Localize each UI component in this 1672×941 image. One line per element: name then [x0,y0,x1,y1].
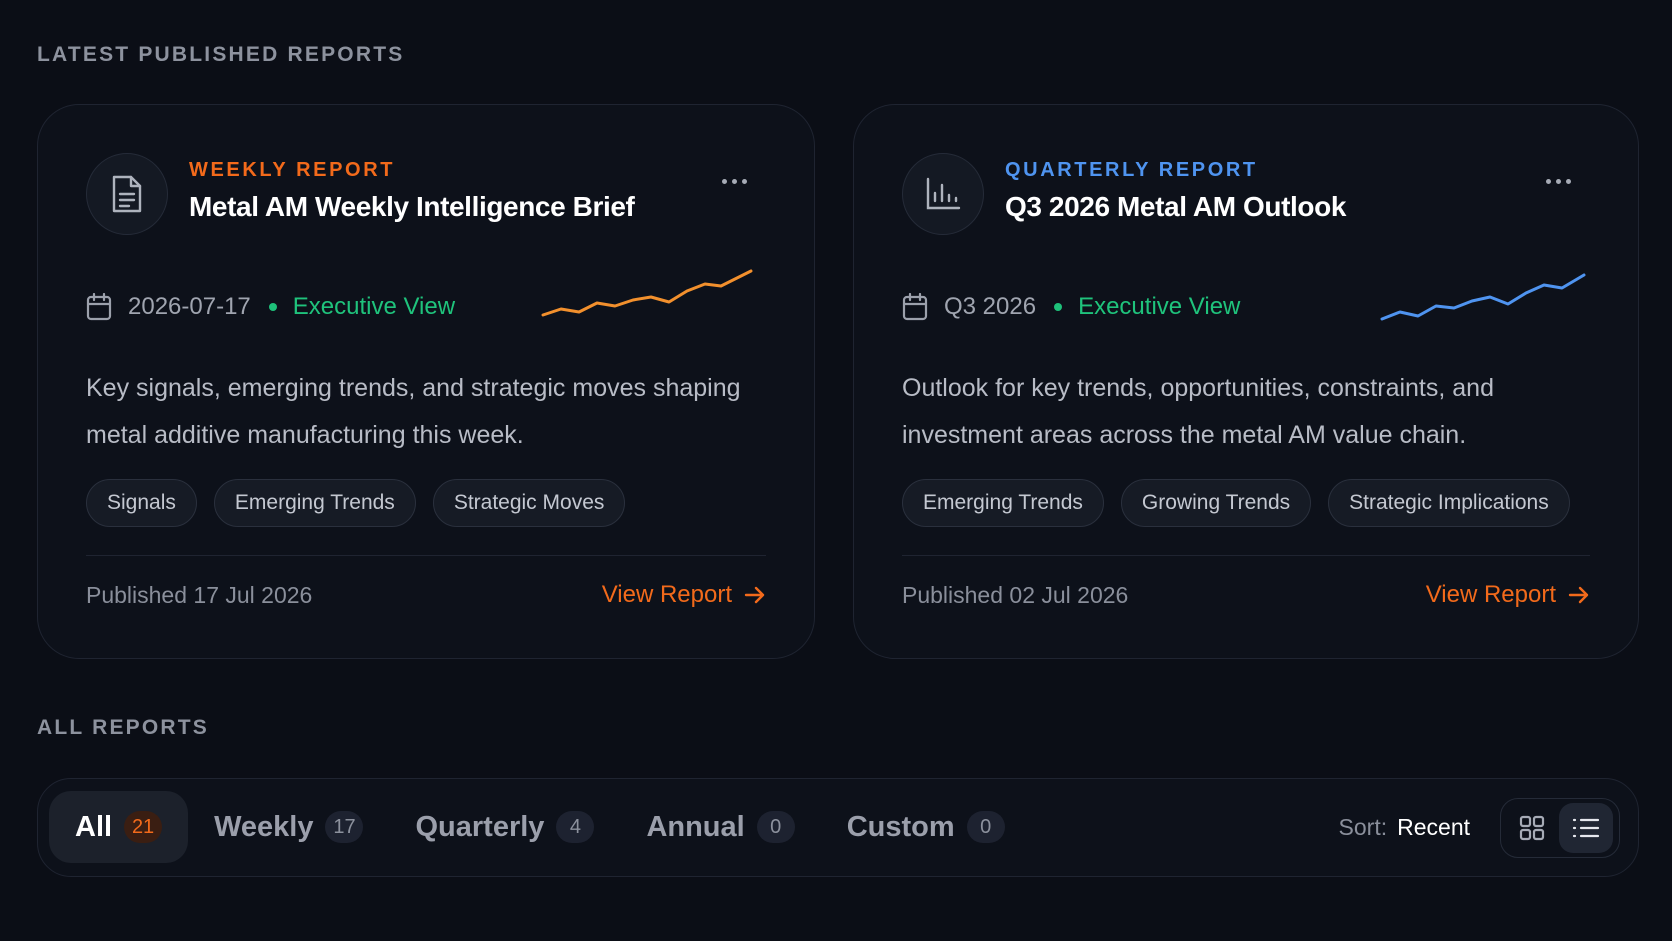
report-meta: Q3 2026 Executive View [902,285,1240,329]
status-dot [1054,303,1063,311]
trend-sparkline [1380,273,1586,321]
report-date: Q3 2026 [944,293,1037,320]
list-view-button[interactable] [1559,803,1613,853]
calendar-icon [902,293,928,321]
more-options-button[interactable] [1538,169,1578,193]
published-date: Published 02 Jul 2026 [902,582,1129,608]
filter-tabs: All 21 Weekly 17 Quarterly 4 Annual 0 Cu… [49,791,1031,863]
sort-label: Sort: [1338,814,1388,840]
report-type-label: WEEKLY REPORT [189,159,396,181]
card-divider [902,555,1590,556]
grid-view-button[interactable] [1505,803,1559,853]
filter-tab-all[interactable]: All 21 [49,791,189,863]
document-icon [86,153,168,235]
section-title-latest: LATEST PUBLISHED REPORTS [37,43,405,66]
tag-chip[interactable]: Emerging Trends [213,479,416,527]
calendar-icon [86,293,112,321]
filter-count-badge: 21 [124,811,163,843]
published-date: Published 17 Jul 2026 [86,582,313,608]
view-toggle [1500,798,1620,858]
section-title-all: ALL REPORTS [37,716,209,739]
filter-tab-label: Custom [846,810,955,843]
more-options-button[interactable] [714,169,754,193]
report-meta: 2026-07-17 Executive View [86,285,455,329]
tag-chip[interactable]: Emerging Trends [902,479,1104,527]
tag-list: Signals Emerging Trends Strategic Moves [86,479,626,527]
arrow-right-icon [744,586,765,604]
filter-tab-weekly[interactable]: Weekly 17 [188,791,389,863]
report-card-quarterly[interactable]: QUARTERLY REPORT Q3 2026 Metal AM Outloo… [853,104,1639,659]
list-icon [1572,818,1600,838]
grid-icon [1519,815,1545,841]
report-title[interactable]: Metal AM Weekly Intelligence Brief [189,191,635,223]
view-type: Executive View [1078,293,1241,320]
filter-tab-label: All [75,810,113,843]
report-title[interactable]: Q3 2026 Metal AM Outlook [1005,191,1346,223]
filter-count-badge: 0 [966,811,1005,843]
view-report-link[interactable]: View Report [1426,575,1590,615]
tag-chip[interactable]: Signals [86,479,197,527]
card-divider [86,555,766,556]
report-card-weekly[interactable]: WEEKLY REPORT Metal AM Weekly Intelligen… [37,104,815,659]
arrow-right-icon [1568,586,1589,604]
report-description: Outlook for key trends, opportunities, c… [902,374,1494,449]
report-filter-bar: All 21 Weekly 17 Quarterly 4 Annual 0 Cu… [37,778,1639,877]
filter-tab-label: Annual [646,810,745,843]
filter-count-badge: 17 [325,811,364,843]
bar-chart-icon [902,153,984,235]
tag-list: Emerging Trends Growing Trends Strategic… [902,479,1570,527]
tag-chip[interactable]: Strategic Moves [432,479,626,527]
filter-tab-custom[interactable]: Custom 0 [821,791,1031,863]
report-description: Key signals, emerging trends, and strate… [86,374,741,449]
view-report-label: View Report [601,581,732,608]
view-report-label: View Report [1425,581,1556,608]
filter-tab-quarterly[interactable]: Quarterly 4 [389,791,620,863]
filter-tab-label: Weekly [214,810,314,843]
report-date: 2026-07-17 [128,293,251,320]
trend-sparkline [541,269,753,317]
tag-chip[interactable]: Strategic Implications [1328,479,1570,527]
filter-tab-annual[interactable]: Annual 0 [620,791,820,863]
view-report-link[interactable]: View Report [602,575,766,615]
report-type-label: QUARTERLY REPORT [1005,159,1258,181]
sort-control[interactable]: Sort: Recent [1339,807,1470,847]
filter-count-badge: 0 [756,811,795,843]
filter-tab-label: Quarterly [415,810,545,843]
tag-chip[interactable]: Growing Trends [1120,479,1312,527]
status-dot [268,303,277,311]
view-type: Executive View [292,293,456,320]
filter-count-badge: 4 [556,811,595,843]
sort-value[interactable]: Recent [1397,807,1470,847]
